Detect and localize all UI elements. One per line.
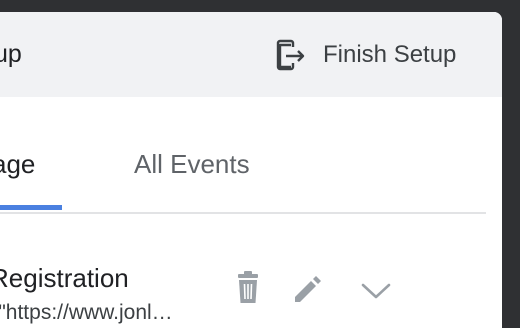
pencil-icon[interactable] <box>292 273 324 305</box>
tab-page[interactable]: age <box>0 149 35 180</box>
finish-setup-button[interactable]: Finish Setup <box>272 32 456 78</box>
active-tab-indicator <box>0 205 62 210</box>
header-title: tup <box>0 40 22 68</box>
setup-panel: tup Finish Setup age All Events Registra… <box>0 12 502 328</box>
tab-bar: age All Events <box>0 97 502 217</box>
event-title: Registration <box>0 263 129 293</box>
trash-icon[interactable] <box>232 271 264 305</box>
finish-setup-label: Finish Setup <box>323 41 457 68</box>
chevron-down-icon[interactable] <box>360 279 392 303</box>
tab-divider <box>0 212 486 214</box>
event-row[interactable]: Registration l: "https://www.jonl… <box>0 229 502 328</box>
exit-icon <box>272 37 308 73</box>
tab-all-events[interactable]: All Events <box>134 149 250 180</box>
setup-header: tup Finish Setup <box>0 12 502 97</box>
event-url: l: "https://www.jonl… <box>0 301 173 324</box>
